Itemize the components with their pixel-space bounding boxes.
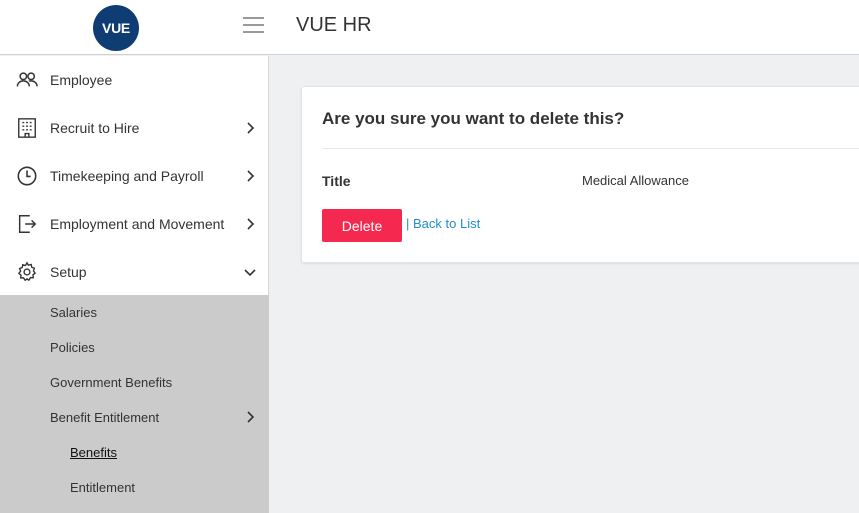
submenu-item-salaries[interactable]: Salaries <box>0 295 269 330</box>
link-separator: | <box>406 216 410 231</box>
hamburger-menu-icon[interactable] <box>243 17 264 35</box>
back-to-list-link[interactable]: Back to List <box>413 216 480 231</box>
submenu-item-entitlement[interactable]: Entitlement <box>0 470 269 505</box>
chevron-right-icon <box>247 122 255 134</box>
vue-logo[interactable]: VUE <box>93 5 139 51</box>
submenu-item-label: Policies <box>50 340 95 355</box>
confirmation-heading: Are you sure you want to delete this? <box>322 109 625 128</box>
submenu-item-label: Government Benefits <box>50 375 173 390</box>
chevron-right-icon <box>247 218 255 230</box>
sidebar-item-label: Setup <box>50 264 87 280</box>
sidebar-item-employment-and-movement[interactable]: Employment and Movement <box>0 200 268 248</box>
chevron-right-icon <box>247 411 255 423</box>
exit-icon <box>18 215 37 233</box>
gear-icon <box>17 261 37 282</box>
delete-confirmation-card: Are you sure you want to delete this? Ti… <box>301 86 859 263</box>
top-bar: VUE VUE HR <box>0 0 859 55</box>
sidebar-item-label: Employee <box>50 72 113 88</box>
title-field-label: Title <box>322 173 351 189</box>
sidebar: Employee Recruit to Hire Timekeeping and… <box>0 56 269 513</box>
sidebar-item-timekeeping-and-payroll[interactable]: Timekeeping and Payroll <box>0 152 268 200</box>
submenu-item-label: Entitlement <box>70 480 136 495</box>
clock-icon <box>17 166 37 186</box>
title-field-value: Medical Allowance <box>582 173 689 188</box>
submenu-item-label: Benefits <box>70 445 117 460</box>
sidebar-item-recruit-to-hire[interactable]: Recruit to Hire <box>0 104 268 152</box>
building-icon <box>18 118 36 138</box>
sidebar-item-setup[interactable]: Setup <box>0 248 268 296</box>
sidebar-item-label: Recruit to Hire <box>50 120 140 136</box>
people-icon <box>16 72 38 87</box>
chevron-right-icon <box>247 170 255 182</box>
submenu-item-government-benefits[interactable]: Government Benefits <box>0 365 269 400</box>
submenu-item-label: Salaries <box>50 305 97 320</box>
sidebar-item-label: Timekeeping and Payroll <box>50 168 204 184</box>
divider <box>322 148 859 149</box>
submenu-item-benefits[interactable]: Benefits <box>0 435 269 470</box>
submenu-item-label: Benefit Entitlement <box>50 410 160 425</box>
submenu-item-benefit-entitlement[interactable]: Benefit Entitlement <box>0 400 269 435</box>
sidebar-item-employee[interactable]: Employee <box>0 56 268 104</box>
delete-button[interactable]: Delete <box>322 209 402 242</box>
app-title: VUE HR <box>296 14 372 36</box>
sidebar-item-label: Employment and Movement <box>50 216 225 232</box>
chevron-down-icon <box>244 269 256 277</box>
setup-submenu: Salaries Policies Government Benefits Be… <box>0 295 269 513</box>
submenu-item-policies[interactable]: Policies <box>0 330 269 365</box>
